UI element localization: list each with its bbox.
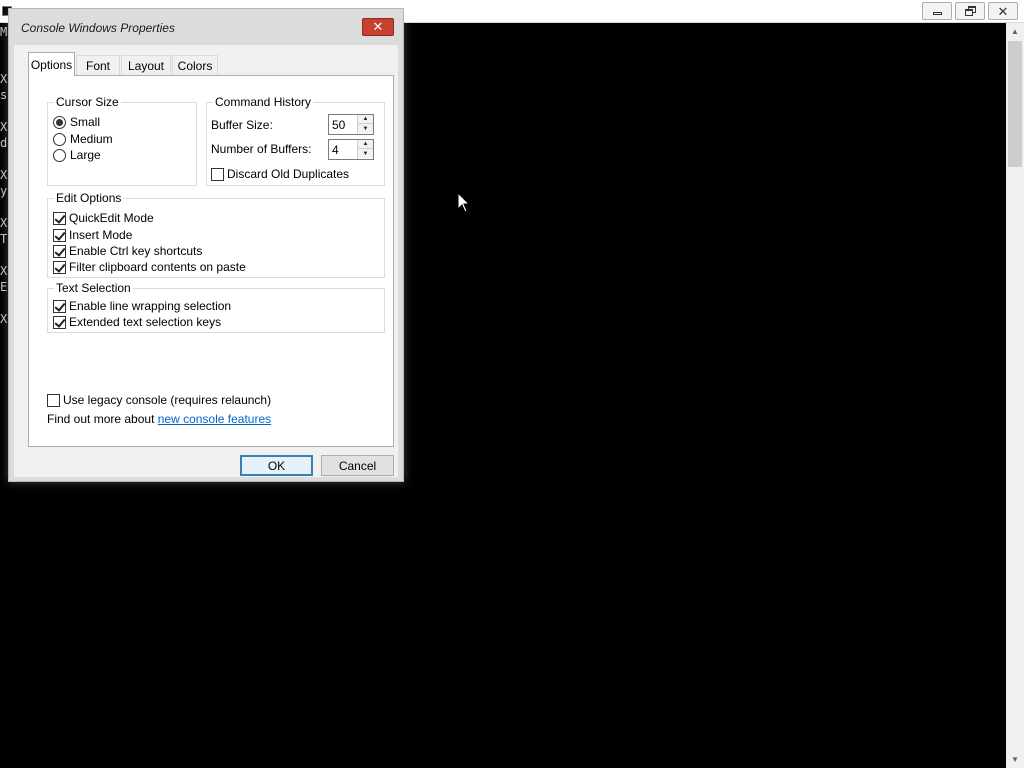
checkbox-checked-icon	[53, 211, 66, 225]
filter-clipboard-checkbox[interactable]: Filter clipboard contents on paste	[53, 260, 246, 274]
discard-old-duplicates-checkbox[interactable]: Discard Old Duplicates	[211, 167, 349, 181]
new-console-features-link[interactable]: new console features	[158, 412, 271, 426]
cursor-size-small-radio[interactable]: Small	[53, 115, 100, 129]
options-tab-panel: Cursor Size Small Medium Large Command H…	[28, 75, 394, 447]
checkbox-label: Filter clipboard contents on paste	[69, 260, 246, 274]
enable-ctrl-shortcuts-checkbox[interactable]: Enable Ctrl key shortcuts	[53, 244, 202, 258]
mouse-pointer-icon	[457, 192, 471, 213]
checkbox-checked-icon	[53, 299, 66, 313]
radio-selected-icon	[53, 115, 66, 129]
tab-font[interactable]: Font	[76, 55, 120, 75]
checkbox-label: Extended text selection keys	[69, 315, 222, 329]
number-of-buffers-spinner[interactable]: 4 ▲ ▼	[328, 139, 374, 160]
spin-up-icon[interactable]: ▲	[358, 115, 373, 124]
find-out-more-prefix: Find out more about	[47, 412, 158, 426]
checkbox-checked-icon	[53, 315, 66, 329]
buffer-size-value[interactable]: 50	[332, 118, 345, 132]
extended-selection-keys-checkbox[interactable]: Extended text selection keys	[53, 315, 221, 329]
line-wrapping-selection-checkbox[interactable]: Enable line wrapping selection	[53, 299, 231, 313]
cursor-size-medium-radio[interactable]: Medium	[53, 132, 113, 146]
checkbox-checked-icon	[53, 244, 66, 258]
restore-button[interactable]	[955, 2, 985, 20]
number-of-buffers-value[interactable]: 4	[332, 143, 339, 157]
checkbox-label: Enable line wrapping selection	[69, 299, 232, 313]
legacy-console-checkbox[interactable]: Use legacy console (requires relaunch)	[47, 393, 271, 407]
radio-unselected-icon	[53, 132, 66, 146]
checkbox-checked-icon	[53, 228, 66, 242]
console-close-button[interactable]: ✕	[988, 2, 1018, 20]
cursor-size-legend: Cursor Size	[54, 95, 121, 109]
minimize-button[interactable]	[922, 2, 952, 20]
checkbox-label: Use legacy console (requires relaunch)	[63, 393, 272, 407]
checkbox-unchecked-icon	[47, 393, 60, 407]
text-selection-legend: Text Selection	[54, 281, 133, 295]
dialog-close-button[interactable]: ✕	[362, 18, 394, 36]
command-history-legend: Command History	[213, 95, 314, 109]
cancel-button[interactable]: Cancel	[321, 455, 394, 476]
minimize-icon	[932, 11, 942, 15]
buffer-size-spinner[interactable]: 50 ▲ ▼	[328, 114, 374, 135]
checkbox-label: Discard Old Duplicates	[227, 167, 350, 181]
checkbox-label: Insert Mode	[69, 228, 133, 242]
checkbox-label: QuickEdit Mode	[69, 211, 154, 225]
radio-label: Large	[70, 148, 101, 162]
ok-button[interactable]: OK	[240, 455, 313, 476]
tab-options[interactable]: Options	[28, 52, 75, 76]
dialog-titlebar[interactable]: Console Windows Properties ✕	[9, 9, 403, 41]
edit-options-legend: Edit Options	[54, 191, 124, 205]
checkbox-unchecked-icon	[211, 167, 224, 181]
buffer-size-label: Buffer Size:	[211, 118, 273, 132]
number-of-buffers-label: Number of Buffers:	[211, 142, 312, 156]
restore-icon	[964, 6, 976, 16]
find-out-more-text: Find out more about new console features	[47, 412, 271, 426]
close-icon: ✕	[372, 19, 384, 34]
spin-down-icon[interactable]: ▼	[358, 149, 373, 158]
console-properties-dialog: Console Windows Properties ✕ Options Fon…	[8, 8, 404, 482]
checkbox-checked-icon	[53, 260, 66, 274]
scrollbar-thumb[interactable]	[1008, 41, 1022, 167]
radio-unselected-icon	[53, 148, 66, 162]
vertical-scrollbar[interactable]: ▲ ▼	[1006, 23, 1024, 768]
radio-label: Medium	[70, 132, 113, 146]
scroll-down-icon[interactable]: ▼	[1006, 751, 1024, 768]
radio-label: Small	[70, 115, 101, 129]
tab-layout[interactable]: Layout	[121, 55, 171, 75]
cursor-size-large-radio[interactable]: Large	[53, 148, 101, 162]
spin-up-icon[interactable]: ▲	[358, 140, 373, 149]
checkbox-label: Enable Ctrl key shortcuts	[69, 244, 203, 258]
insert-mode-checkbox[interactable]: Insert Mode	[53, 228, 132, 242]
scroll-up-icon[interactable]: ▲	[1006, 23, 1024, 40]
dialog-title: Console Windows Properties	[21, 21, 175, 35]
dialog-client-area: Options Font Layout Colors Cursor Size S…	[14, 45, 398, 477]
spin-down-icon[interactable]: ▼	[358, 124, 373, 133]
quickedit-mode-checkbox[interactable]: QuickEdit Mode	[53, 211, 154, 225]
tab-colors[interactable]: Colors	[172, 55, 218, 75]
close-icon: ✕	[997, 3, 1009, 19]
